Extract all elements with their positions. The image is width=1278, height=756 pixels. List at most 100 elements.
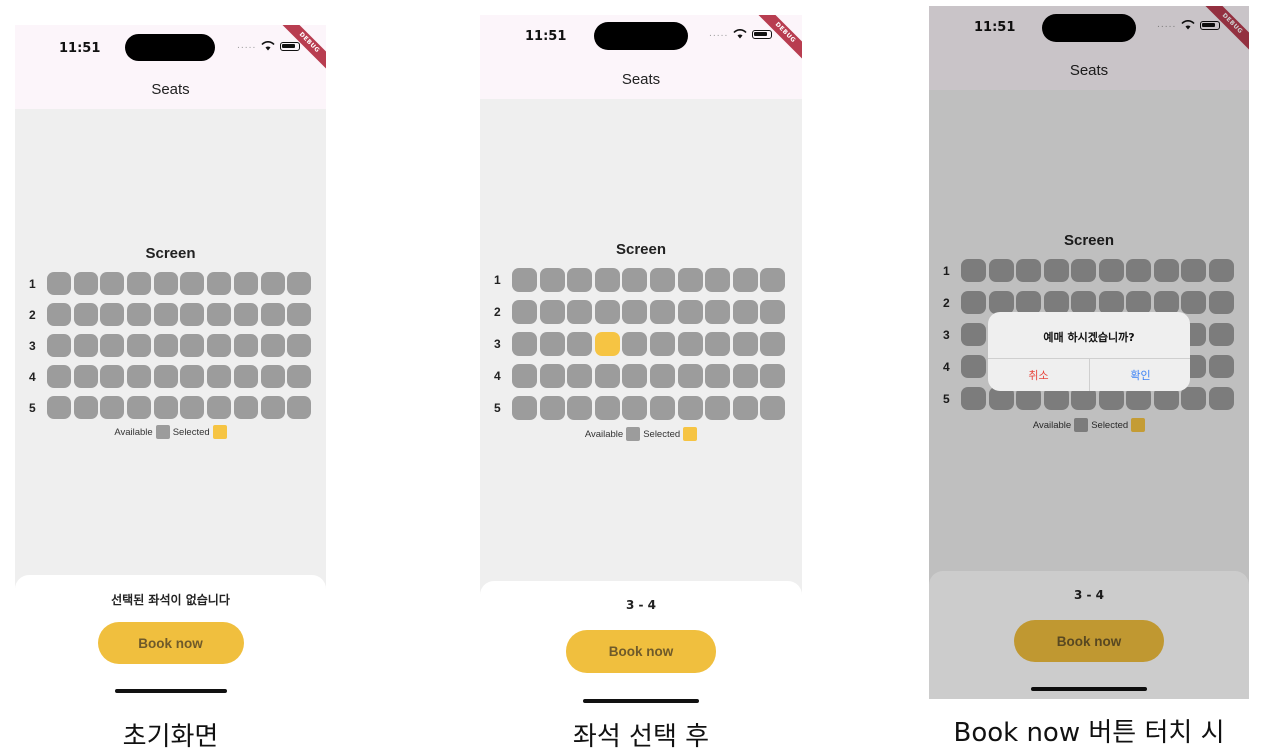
seat[interactable] [47,365,71,388]
seat[interactable] [260,396,285,419]
seat[interactable] [677,268,703,292]
seat[interactable] [73,365,98,388]
seat[interactable] [622,332,648,356]
seat[interactable] [287,303,312,326]
book-now-button[interactable]: Book now [566,630,716,673]
seat[interactable] [567,300,593,324]
seat[interactable] [233,396,258,419]
seat[interactable] [649,332,675,356]
seat[interactable] [539,332,565,356]
seat[interactable] [567,268,593,292]
seat[interactable] [705,268,731,292]
seat[interactable] [100,303,125,326]
seat[interactable] [180,365,205,388]
seat[interactable] [73,303,98,326]
seat[interactable] [287,334,312,357]
seat[interactable] [732,268,758,292]
dialog-cancel-button[interactable]: 취소 [988,359,1089,391]
seat[interactable] [100,396,125,419]
seat[interactable] [260,334,285,357]
seat[interactable] [760,364,786,388]
seat[interactable] [153,396,178,419]
seat[interactable] [512,332,537,356]
seat[interactable] [594,300,620,324]
seat[interactable] [705,364,731,388]
seat[interactable] [760,300,786,324]
seat[interactable] [649,364,675,388]
seat[interactable] [677,396,703,420]
seat[interactable] [180,272,205,295]
seat[interactable] [207,303,232,326]
seat[interactable] [73,272,98,295]
seat[interactable] [180,334,205,357]
seat[interactable] [760,268,786,292]
seat[interactable] [539,396,565,420]
seat[interactable] [47,396,71,419]
seat[interactable] [233,365,258,388]
seat[interactable] [260,272,285,295]
seat[interactable] [153,272,178,295]
seat[interactable] [100,272,125,295]
seat[interactable] [649,268,675,292]
seat[interactable] [207,334,232,357]
seat[interactable] [594,396,620,420]
seat[interactable] [649,300,675,324]
seat[interactable] [732,396,758,420]
seat[interactable] [594,364,620,388]
seat[interactable] [73,396,98,419]
seat[interactable] [512,300,537,324]
seat[interactable] [677,364,703,388]
seat[interactable] [233,272,258,295]
seat[interactable] [260,365,285,388]
seat[interactable] [705,396,731,420]
seat-selected[interactable] [594,332,620,356]
seat[interactable] [567,332,593,356]
seat[interactable] [233,303,258,326]
seat[interactable] [180,303,205,326]
seat[interactable] [622,364,648,388]
seat[interactable] [207,272,232,295]
seat[interactable] [512,364,537,388]
seat[interactable] [127,303,152,326]
seat[interactable] [153,334,178,357]
seat[interactable] [287,365,312,388]
seat[interactable] [47,334,71,357]
seat[interactable] [732,300,758,324]
seat[interactable] [649,396,675,420]
seat[interactable] [622,396,648,420]
seat[interactable] [732,364,758,388]
seat[interactable] [539,300,565,324]
seat[interactable] [153,365,178,388]
seat[interactable] [677,332,703,356]
seat[interactable] [127,396,152,419]
seat[interactable] [512,268,537,292]
book-now-button[interactable]: Book now [97,622,244,664]
seat[interactable] [127,272,152,295]
seat[interactable] [127,365,152,388]
dialog-confirm-button[interactable]: 확인 [1090,359,1190,391]
seat[interactable] [153,303,178,326]
seat[interactable] [760,396,786,420]
seat[interactable] [73,334,98,357]
seat[interactable] [732,332,758,356]
seat[interactable] [47,303,71,326]
seat[interactable] [47,272,71,295]
seat[interactable] [567,396,593,420]
seat[interactable] [594,268,620,292]
seat[interactable] [677,300,703,324]
seat[interactable] [287,396,312,419]
seat[interactable] [760,332,786,356]
seat[interactable] [100,334,125,357]
seat[interactable] [539,268,565,292]
seat[interactable] [127,334,152,357]
seat[interactable] [287,272,312,295]
seat[interactable] [705,332,731,356]
seat[interactable] [512,396,537,420]
seat[interactable] [705,300,731,324]
seat[interactable] [260,303,285,326]
seat[interactable] [539,364,565,388]
seat[interactable] [567,364,593,388]
seat[interactable] [622,300,648,324]
seat[interactable] [100,365,125,388]
seat[interactable] [180,396,205,419]
